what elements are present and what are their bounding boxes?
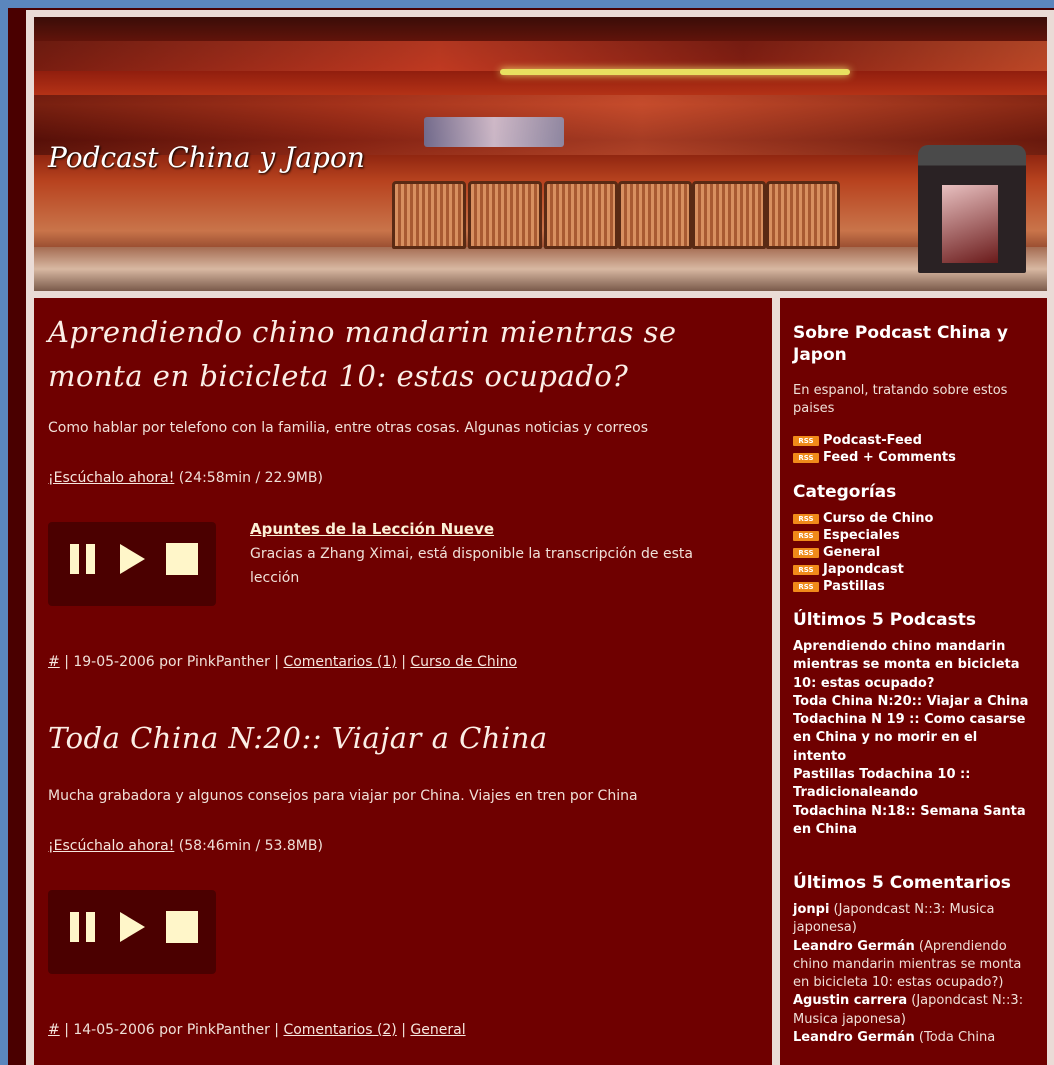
- banner-motion-blur: [34, 41, 1047, 71]
- post-meta: # | 19-05-2006 por PinkPanther | Comenta…: [48, 654, 517, 670]
- post: Toda China N:20:: Viajar a China Mucha g…: [48, 716, 758, 1038]
- category-label[interactable]: Especiales: [823, 527, 900, 544]
- banner-chair: [468, 181, 542, 249]
- category-link[interactable]: General: [410, 1022, 465, 1038]
- listen-now-link[interactable]: ¡Escúchalo ahora!: [48, 838, 174, 854]
- feed-label[interactable]: Feed + Comments: [823, 449, 956, 466]
- comment-item: Agustin carrera (Japondcast N::3: Musica…: [793, 992, 1033, 1029]
- post-listen-line: ¡Escúchalo ahora! (58:46min / 53.8MB): [48, 838, 323, 854]
- podcast-link[interactable]: Todachina N:18:: Semana Santa en China: [793, 803, 1029, 840]
- podcast-list: Aprendiendo chino mandarin mientras se m…: [793, 638, 1029, 839]
- rss-icon: RSS: [793, 530, 819, 541]
- category-label[interactable]: Pastillas: [823, 578, 885, 595]
- feed-item[interactable]: RSS Feed + Comments: [793, 449, 1039, 466]
- comment-author[interactable]: Leandro Germán: [793, 1030, 915, 1045]
- category-label[interactable]: Curso de Chino: [823, 510, 934, 527]
- podcast-link[interactable]: Pastillas Todachina 10 :: Tradicionalean…: [793, 766, 1029, 803]
- category-item[interactable]: RSS Pastillas: [793, 578, 1039, 595]
- podcasts-heading: Últimos 5 Podcasts: [793, 610, 976, 630]
- listen-info: (24:58min / 22.9MB): [178, 470, 323, 486]
- feed-label[interactable]: Podcast-Feed: [823, 432, 922, 449]
- banner-ceiling-light: [500, 69, 850, 75]
- about-text: En espanol, tratando sobre estos paises: [793, 383, 1008, 416]
- banner-station-sign: [424, 117, 564, 147]
- category-list: RSS Curso de Chino RSS Especiales RSS Gener…: [793, 510, 1039, 595]
- category-label[interactable]: Japondcast: [823, 561, 904, 578]
- post-date-author: | 19-05-2006 por PinkPanther |: [64, 654, 279, 670]
- banner-trash-bin: [918, 145, 1026, 273]
- feed-list: RSS Podcast-Feed RSS Feed + Comments: [793, 432, 1039, 466]
- banner-chair: [544, 181, 618, 249]
- rss-icon: RSS: [793, 547, 819, 558]
- banner-platform-floor: [34, 247, 1047, 291]
- listen-info: (58:46min / 53.8MB): [178, 838, 323, 854]
- post-meta: # | 14-05-2006 por PinkPanther | Comenta…: [48, 1022, 466, 1038]
- lesson-notes-link[interactable]: Apuntes de la Lección Nueve: [250, 520, 740, 538]
- rss-icon: RSS: [793, 452, 819, 463]
- banner-chair: [692, 181, 766, 249]
- category-item[interactable]: RSS Especiales: [793, 527, 1039, 544]
- category-item[interactable]: RSS General: [793, 544, 1039, 561]
- post-date-author: | 14-05-2006 por PinkPanther |: [64, 1022, 279, 1038]
- banner-chair: [392, 181, 466, 249]
- stop-icon[interactable]: [166, 911, 198, 943]
- category-link[interactable]: Curso de Chino: [410, 654, 517, 670]
- permalink[interactable]: #: [48, 654, 60, 670]
- sidebar: Sobre Podcast China y Japon En espanol, …: [780, 298, 1047, 1065]
- feed-item[interactable]: RSS Podcast-Feed: [793, 432, 1039, 449]
- comment-author[interactable]: Leandro Germán: [793, 939, 915, 954]
- audio-player: [48, 890, 216, 974]
- post-description: Mucha grabadora y algunos consejos para …: [48, 788, 638, 804]
- pause-icon[interactable]: [70, 544, 96, 574]
- podcast-link[interactable]: Toda China N:20:: Viajar a China: [793, 693, 1029, 711]
- about-heading: Sobre Podcast China y Japon: [793, 323, 1008, 365]
- pause-icon[interactable]: [70, 912, 96, 942]
- rss-icon: RSS: [793, 564, 819, 575]
- play-icon[interactable]: [120, 544, 145, 574]
- categories-heading: Categorías: [793, 482, 897, 502]
- rss-icon: RSS: [793, 513, 819, 524]
- header-banner: Podcast China y Japon: [34, 17, 1047, 291]
- banner-chair: [766, 181, 840, 249]
- comment-author[interactable]: Agustin carrera: [793, 993, 907, 1008]
- banner-chair: [618, 181, 692, 249]
- lesson-notes-text: Gracias a Zhang Ximai, está disponible l…: [250, 546, 693, 586]
- comment-post[interactable]: (Toda China: [919, 1030, 995, 1045]
- meta-separator: |: [401, 654, 406, 670]
- comment-item: Leandro Germán (Toda China: [793, 1029, 1033, 1047]
- comments-link[interactable]: Comentarios (2): [283, 1022, 396, 1038]
- rss-icon: RSS: [793, 581, 819, 592]
- comment-item: jonpi (Japondcast N::3: Musica japonesa): [793, 901, 1033, 938]
- permalink[interactable]: #: [48, 1022, 60, 1038]
- podcast-link[interactable]: Aprendiendo chino mandarin mientras se m…: [793, 638, 1029, 693]
- podcast-link[interactable]: Todachina N 19 :: Como casarse en China …: [793, 711, 1029, 766]
- post-listen-line: ¡Escúchalo ahora! (24:58min / 22.9MB): [48, 470, 323, 486]
- play-icon[interactable]: [120, 912, 145, 942]
- listen-now-link[interactable]: ¡Escúchalo ahora!: [48, 470, 174, 486]
- category-label[interactable]: General: [823, 544, 880, 561]
- stop-icon[interactable]: [166, 543, 198, 575]
- post-title[interactable]: Toda China N:20:: Viajar a China: [48, 716, 758, 760]
- post-title[interactable]: Aprendiendo chino mandarin mientras se m…: [48, 310, 758, 398]
- category-item[interactable]: RSS Japondcast: [793, 561, 1039, 578]
- comments-heading: Últimos 5 Comentarios: [793, 873, 1011, 893]
- audio-player: [48, 522, 216, 606]
- rss-icon: RSS: [793, 435, 819, 446]
- main-content: Aprendiendo chino mandarin mientras se m…: [34, 298, 772, 1065]
- site-title[interactable]: Podcast China y Japon: [48, 141, 365, 174]
- comments-link[interactable]: Comentarios (1): [283, 654, 396, 670]
- post: Aprendiendo chino mandarin mientras se m…: [48, 310, 758, 670]
- comment-list: jonpi (Japondcast N::3: Musica japonesa)…: [793, 901, 1033, 1047]
- lesson-notes: Apuntes de la Lección Nueve Gracias a Zh…: [250, 520, 740, 590]
- comment-item: Leandro Germán (Aprendiendo chino mandar…: [793, 938, 1033, 993]
- category-item[interactable]: RSS Curso de Chino: [793, 510, 1039, 527]
- comment-author[interactable]: jonpi: [793, 902, 829, 917]
- post-description: Como hablar por telefono con la familia,…: [48, 420, 648, 436]
- meta-separator: |: [401, 1022, 406, 1038]
